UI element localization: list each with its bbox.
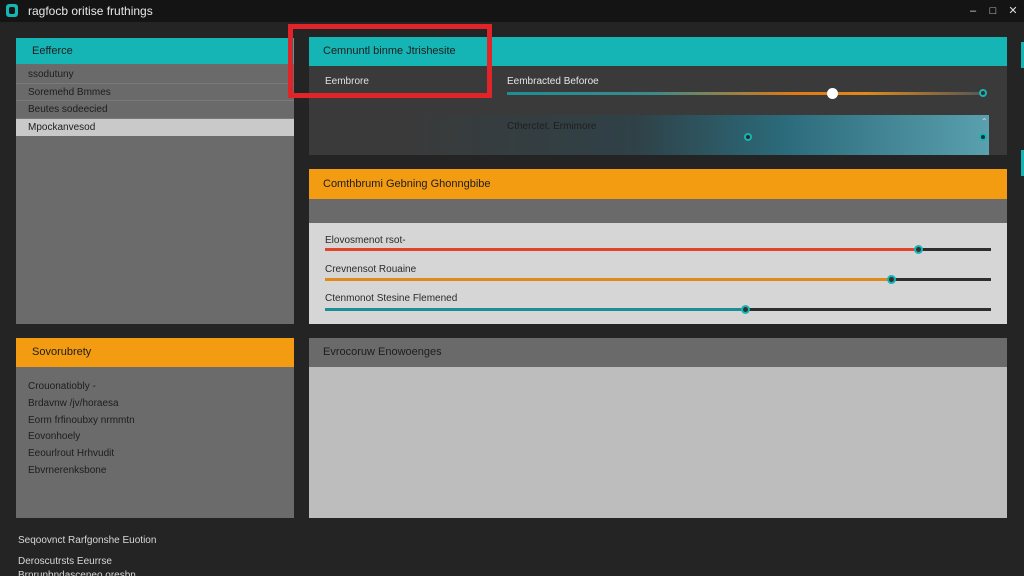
configuration-header: Comthbrumi Gebning Ghonngbibe bbox=[309, 169, 1007, 199]
configuration-panel: Comthbrumi Gebning Ghonngbibe Elovosmeno… bbox=[309, 169, 1007, 324]
slider-endcap-handle[interactable] bbox=[979, 89, 987, 97]
settings-category-list: ssodutuny Soremehd Bmmes Beutes sodeecie… bbox=[16, 64, 294, 136]
slider-label: Elovosmenot rsot- bbox=[325, 235, 406, 246]
gradient-label: Ctherctet. Ermimore bbox=[507, 121, 597, 132]
highlight-box bbox=[288, 24, 492, 98]
settings-category-panel: Eefferce ssodutuny Soremehd Bmmes Beutes… bbox=[16, 38, 294, 324]
security-list-item[interactable]: Ebvrnerenksbone bbox=[28, 465, 294, 482]
footer-link[interactable]: Brnrunbndasceneo oresbn bbox=[18, 570, 136, 576]
config-slider-thumb[interactable] bbox=[887, 275, 897, 284]
security-panel: Sovorubrety Crouonatiobly - Brdavnw /jv/… bbox=[16, 338, 294, 518]
config-slider-track[interactable] bbox=[325, 305, 991, 314]
security-list-item[interactable]: Crouonatiobly - bbox=[28, 381, 294, 398]
slider-label: Ctenmonot Stesine Flemened bbox=[325, 293, 458, 304]
gradient-preview bbox=[399, 115, 989, 155]
security-header: Sovorubrety bbox=[16, 338, 294, 367]
settings-category-item[interactable]: Beutes sodeecied bbox=[16, 101, 294, 119]
configuration-subheader bbox=[309, 199, 1007, 223]
config-slider-track[interactable] bbox=[325, 275, 991, 284]
close-button[interactable]: ✕ bbox=[1004, 2, 1022, 20]
window-title: ragfocb oritise fruthings bbox=[28, 4, 153, 18]
slider-label: Eembracted Beforoe bbox=[507, 76, 599, 87]
maximize-button[interactable]: □ bbox=[984, 2, 1002, 20]
primary-slider-track[interactable] bbox=[507, 92, 985, 95]
minimize-button[interactable]: – bbox=[964, 2, 982, 20]
config-slider-thumb[interactable] bbox=[913, 245, 923, 254]
config-slider-track[interactable] bbox=[325, 245, 991, 254]
security-list-item[interactable]: Eeourlrout Hrhvudit bbox=[28, 448, 294, 465]
config-slider-thumb[interactable] bbox=[740, 305, 750, 314]
security-list-item[interactable]: Eorm frfinoubxy nrmmtn bbox=[28, 415, 294, 432]
settings-category-header: Eefferce bbox=[16, 38, 294, 64]
security-list-item[interactable]: Eovonhoely bbox=[28, 431, 294, 448]
environment-header: Evrocoruw Enowoenges bbox=[309, 338, 1007, 367]
settings-category-item[interactable]: Soremehd Bmmes bbox=[16, 83, 294, 101]
primary-slider-thumb[interactable] bbox=[827, 88, 839, 99]
title-bar: ragfocb oritise fruthings – □ ✕ bbox=[0, 0, 1024, 22]
gradient-stop-handle[interactable] bbox=[744, 133, 752, 141]
security-list-item[interactable]: Brdavnw /jv/horaesa bbox=[28, 398, 294, 415]
expand-icon[interactable]: ⌃ bbox=[981, 117, 988, 126]
config-slider-fill bbox=[325, 308, 745, 311]
footer-link[interactable]: Deroscutrsts Eeurrse bbox=[18, 556, 112, 567]
config-slider-fill bbox=[325, 248, 918, 251]
settings-category-item[interactable]: ssodutuny bbox=[16, 66, 294, 84]
security-list: Crouonatiobly - Brdavnw /jv/horaesa Eorm… bbox=[16, 367, 294, 482]
slider-label: Crevnensot Rouaine bbox=[325, 264, 417, 275]
config-slider-fill bbox=[325, 278, 892, 281]
environment-panel: Evrocoruw Enowoenges bbox=[309, 338, 1007, 518]
app-icon bbox=[6, 4, 18, 17]
footer-link[interactable]: Seqoovnct Rarfgonshe Euotion bbox=[18, 535, 156, 546]
gradient-stop-handle[interactable] bbox=[979, 133, 987, 141]
settings-category-item-selected[interactable]: Mpockanvesod bbox=[16, 118, 294, 136]
